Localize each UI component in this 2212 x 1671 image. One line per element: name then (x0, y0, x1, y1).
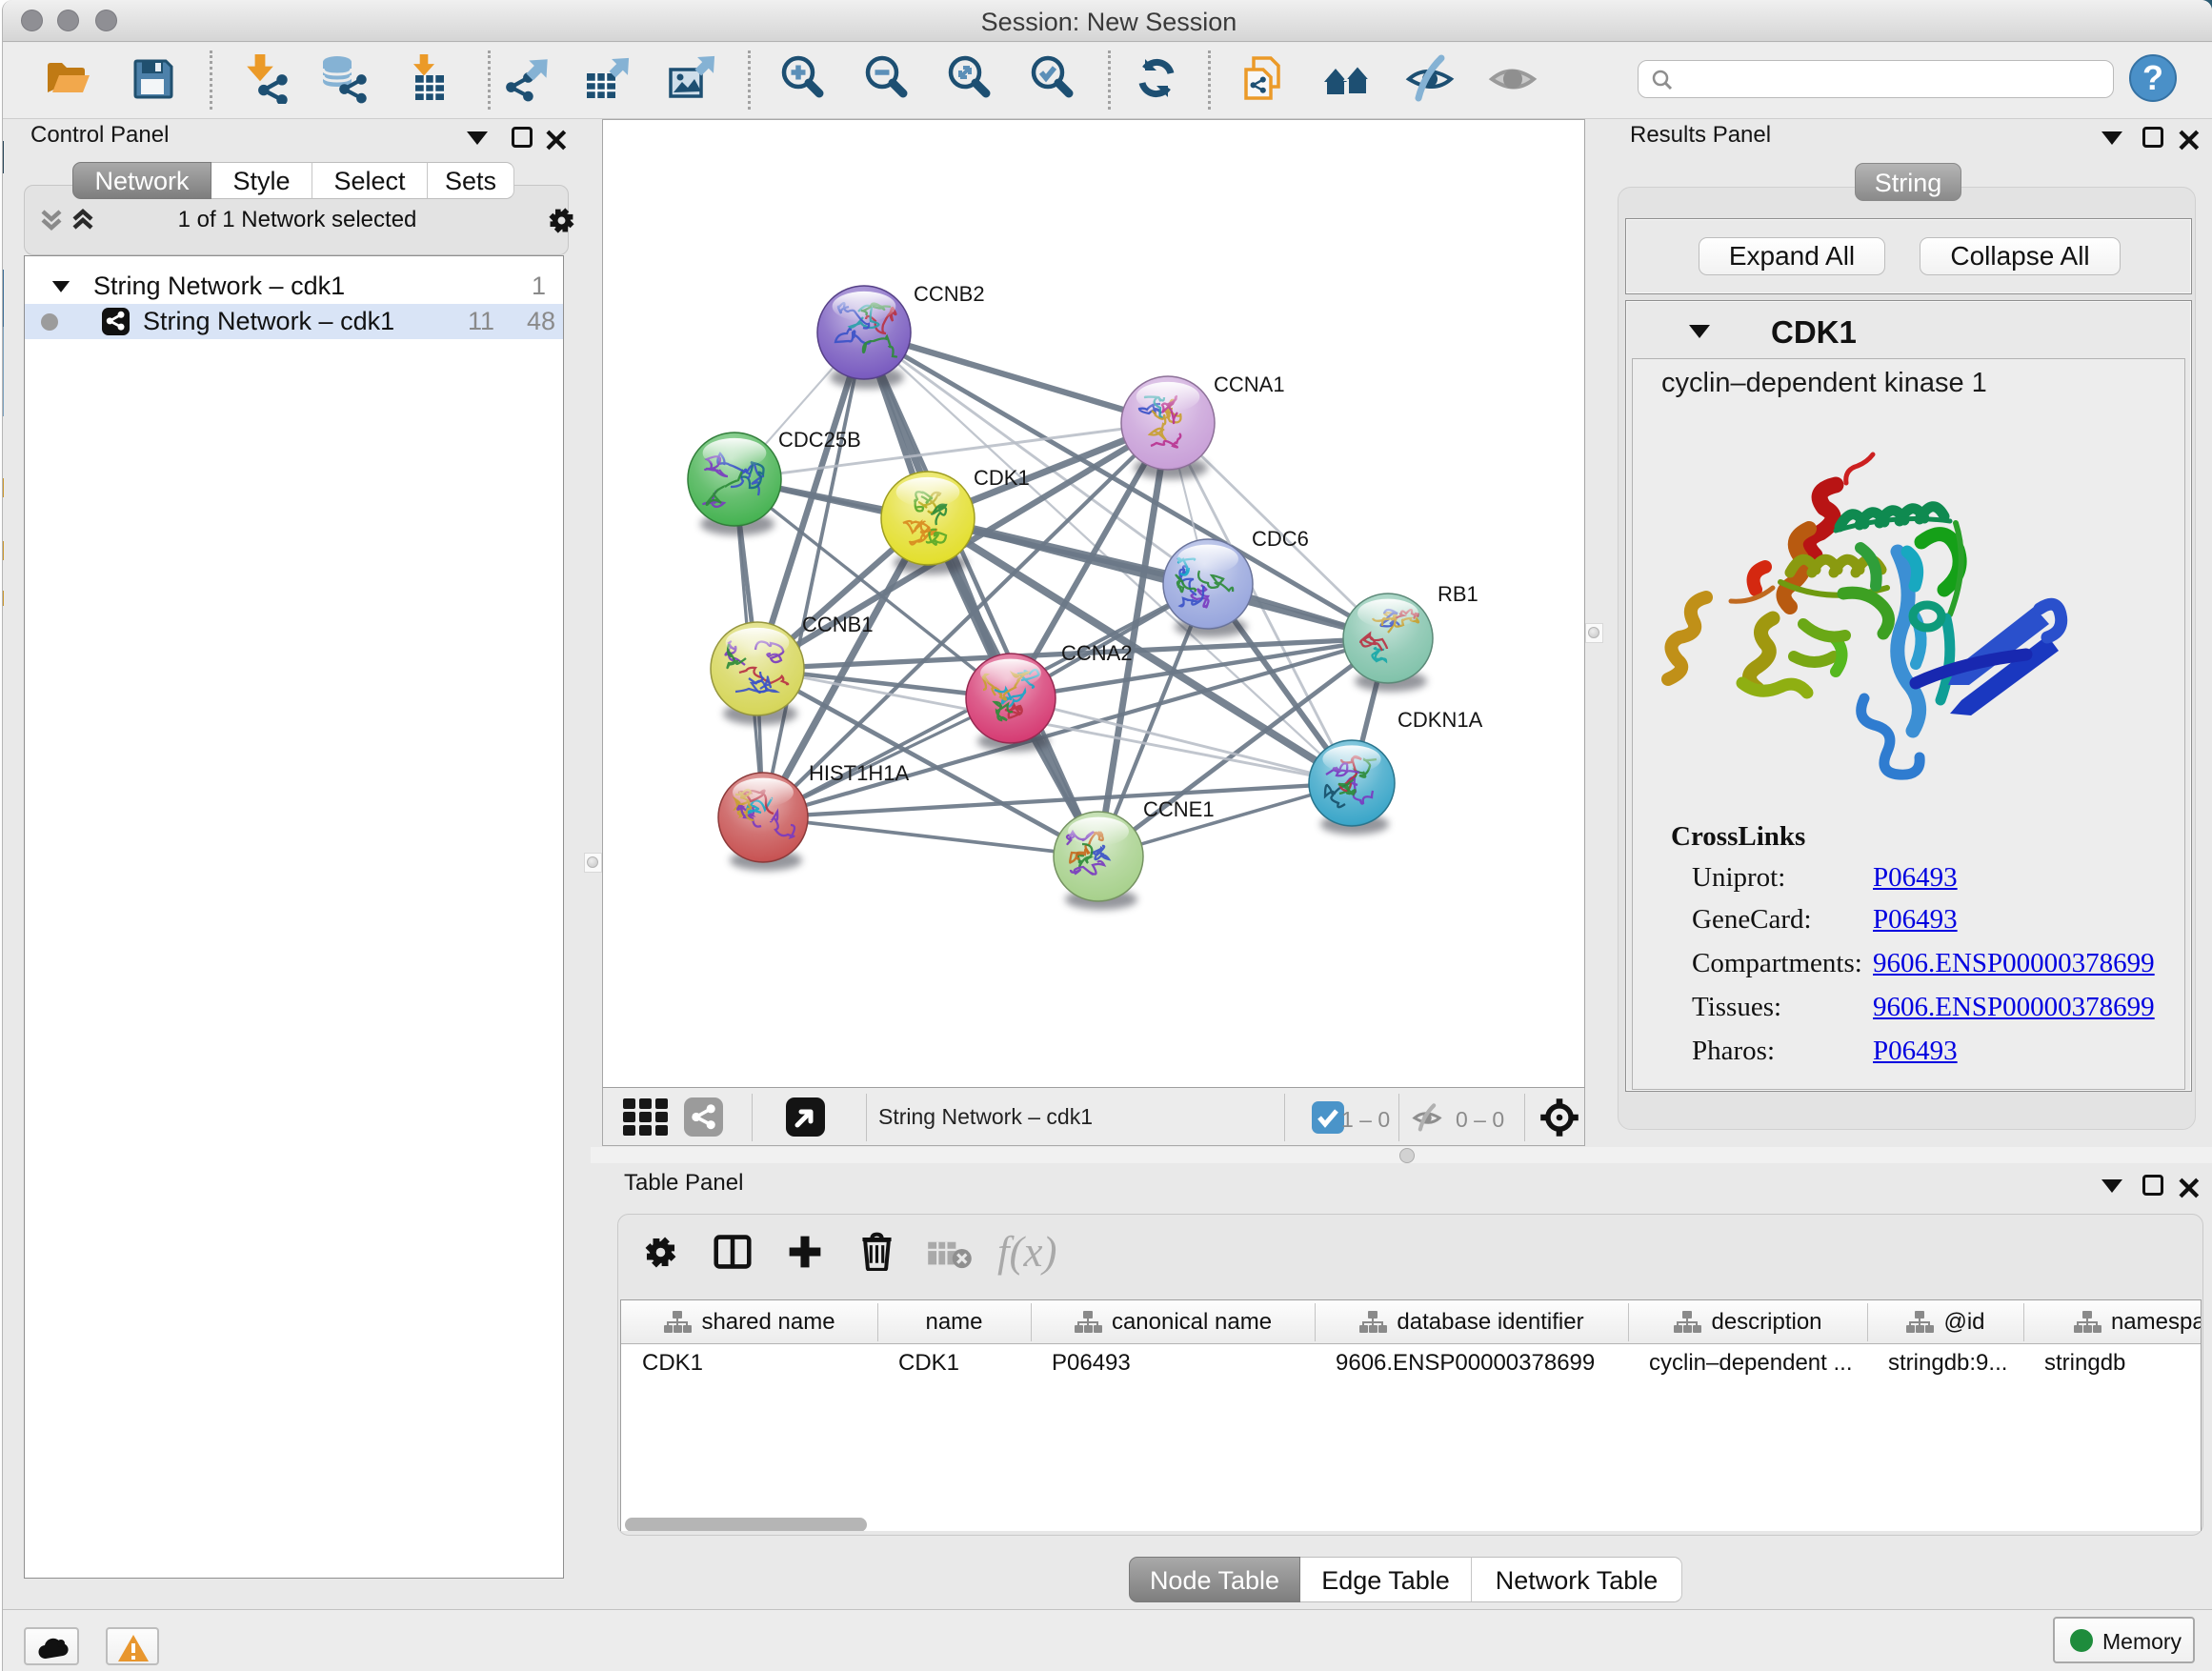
svg-text:CDK1: CDK1 (974, 466, 1030, 490)
svg-text:RB1: RB1 (1438, 582, 1478, 606)
svg-text:CCNA1: CCNA1 (1214, 372, 1285, 396)
svg-text:CDC25B: CDC25B (778, 428, 861, 452)
svg-text:CCNB1: CCNB1 (802, 613, 874, 636)
svg-text:CDKN1A: CDKN1A (1398, 708, 1483, 732)
svg-text:HIST1H1A: HIST1H1A (809, 761, 909, 785)
svg-text:CCNE1: CCNE1 (1143, 797, 1215, 821)
svg-text:CCNA2: CCNA2 (1061, 641, 1133, 665)
svg-text:CCNB2: CCNB2 (914, 282, 985, 306)
svg-text:CDC6: CDC6 (1252, 527, 1309, 551)
svg-text:?: ? (2142, 58, 2163, 97)
